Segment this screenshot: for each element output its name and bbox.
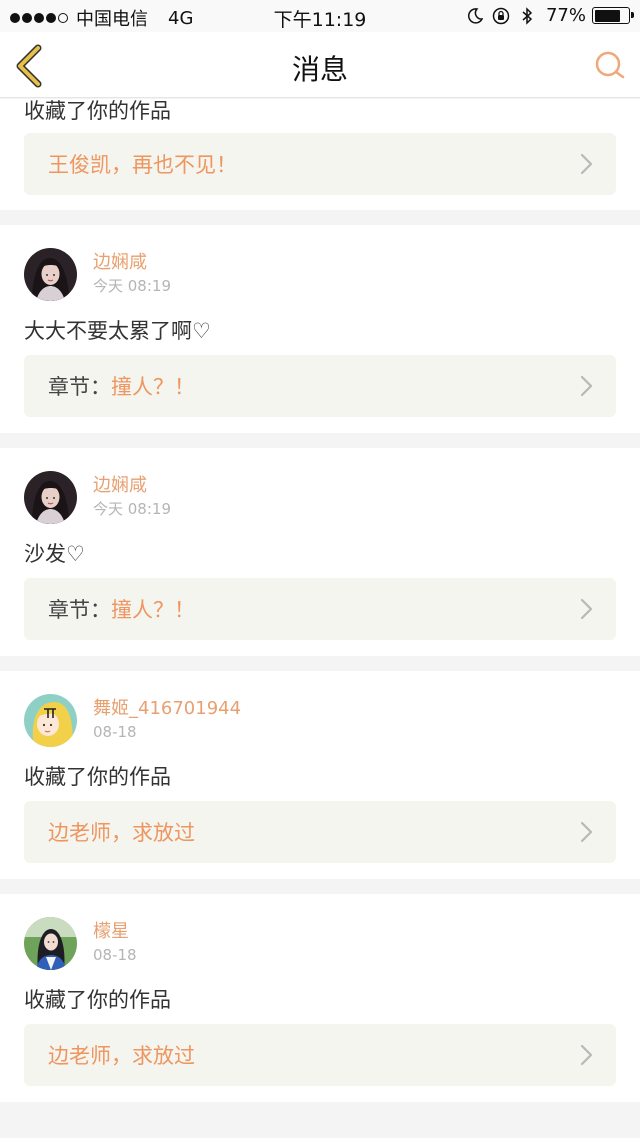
message-card: 舞姬_416701944 08-18 收藏了你的作品 边老师，求放过 (0, 671, 640, 879)
chevron-right-icon (580, 375, 593, 397)
message-header: 檬星 08-18 (24, 916, 137, 970)
chevron-right-icon (580, 821, 593, 843)
status-bar: 中国电信 4G 下午11:19 77% (0, 0, 640, 32)
work-reference-link[interactable]: 边老师，求放过 (24, 801, 616, 863)
message-text: 沙发♡ (24, 542, 85, 566)
message-text: 收藏了你的作品 (24, 765, 171, 789)
avatar[interactable] (24, 916, 77, 970)
chapter-reference-link[interactable]: 章节： 撞人？！ (24, 355, 616, 417)
username[interactable]: 边娴咸 (93, 252, 171, 274)
message-header: 舞姬_416701944 08-18 (24, 693, 241, 747)
reference-title: 边老师，求放过 (48, 821, 195, 845)
avatar[interactable] (24, 470, 77, 524)
timestamp: 今天 08:19 (93, 276, 171, 295)
avatar[interactable] (24, 247, 77, 301)
chevron-right-icon (580, 153, 593, 175)
message-header: 边娴咸 今天 08:19 (24, 247, 171, 301)
message-feed[interactable]: 收藏了你的作品 王俊凯，再也不见！ 边娴咸 今天 08:19 大大不要太累了啊♡… (0, 99, 640, 1111)
reference-title: 王俊凯，再也不见！ (48, 153, 237, 177)
timestamp: 08-18 (93, 945, 137, 964)
work-reference-link[interactable]: 边老师，求放过 (24, 1024, 616, 1086)
message-card: 收藏了你的作品 王俊凯，再也不见！ (0, 99, 640, 210)
chevron-right-icon (580, 1044, 593, 1066)
reference-title: 撞人？！ (111, 598, 195, 622)
status-right: 77% (458, 5, 634, 26)
message-card: 边娴咸 今天 08:19 沙发♡ 章节： 撞人？！ (0, 448, 640, 656)
chevron-right-icon (580, 598, 593, 620)
page-title: 消息 (291, 53, 348, 86)
timestamp: 今天 08:19 (93, 499, 171, 518)
reference-prefix: 章节： (48, 375, 111, 399)
timestamp: 08-18 (93, 722, 137, 741)
avatar[interactable] (24, 693, 77, 747)
navigation-bar: 消息 (0, 32, 640, 98)
reference-title: 边老师，求放过 (48, 1044, 195, 1068)
message-card: 檬星 08-18 收藏了你的作品 边老师，求放过 (0, 894, 640, 1102)
work-reference-link[interactable]: 王俊凯，再也不见！ (24, 133, 616, 195)
message-card: 边娴咸 今天 08:19 大大不要太累了啊♡ 章节： 撞人？！ (0, 225, 640, 433)
username[interactable]: 檬星 (93, 921, 137, 943)
message-text: 收藏了你的作品 (24, 99, 171, 123)
chapter-reference-link[interactable]: 章节： 撞人？！ (24, 578, 616, 640)
message-header: 边娴咸 今天 08:19 (24, 470, 171, 524)
search-icon[interactable] (594, 50, 626, 82)
moon-icon (466, 7, 484, 25)
message-text: 收藏了你的作品 (24, 988, 171, 1012)
username[interactable]: 舞姬_416701944 (93, 698, 241, 720)
reference-title: 撞人？！ (111, 375, 195, 399)
battery-percentage: 77% (545, 5, 586, 26)
reference-prefix: 章节： (48, 598, 111, 622)
message-text: 大大不要太累了啊♡ (24, 319, 211, 343)
bluetooth-icon (518, 6, 536, 25)
username[interactable]: 边娴咸 (93, 475, 171, 497)
rotation-lock-icon (492, 7, 510, 25)
messages-screen: 中国电信 4G 下午11:19 77% 消息 收藏了你的作品 王俊凯，再也不见！… (0, 0, 640, 1138)
battery-icon (592, 7, 634, 24)
